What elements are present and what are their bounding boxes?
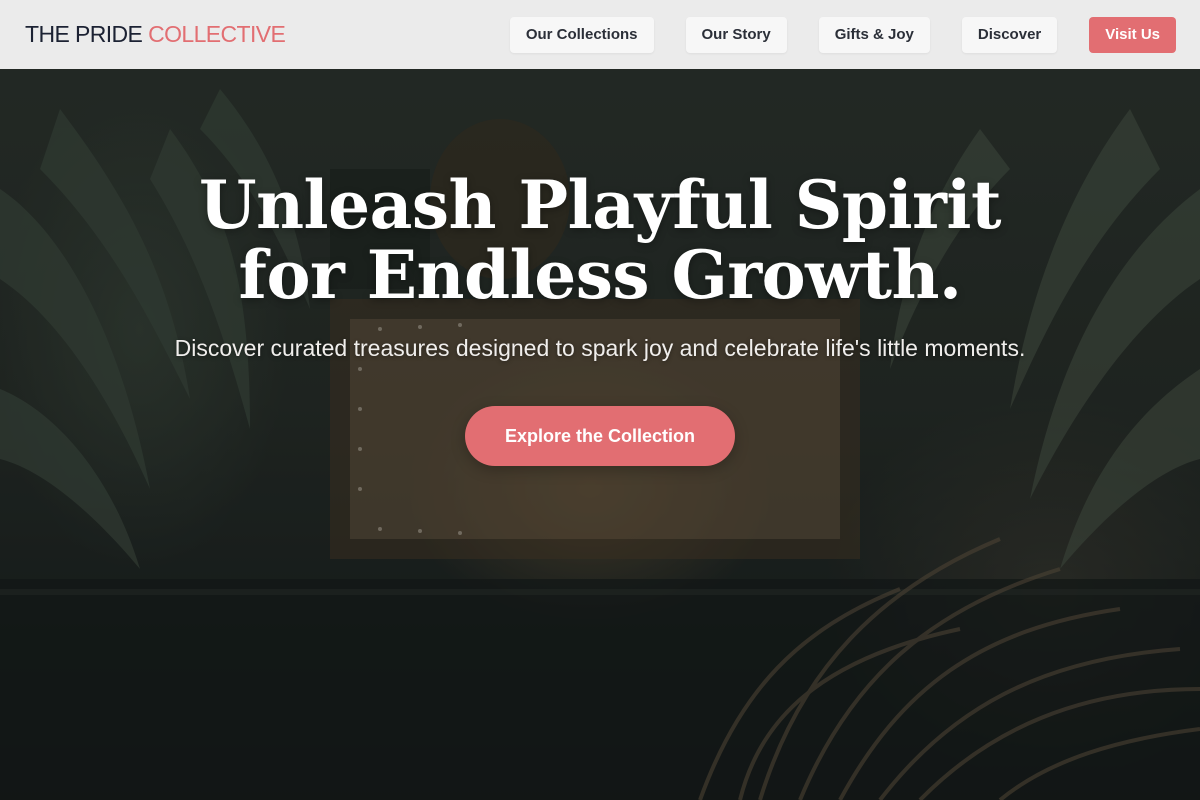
hero-title: Unleash Playful Spirit for Endless Growt… [199, 166, 1001, 314]
nav-our-collections[interactable]: Our Collections [509, 16, 654, 53]
main-nav: Our Collections Our Story Gifts & Joy Di… [509, 16, 1176, 53]
nav-discover[interactable]: Discover [961, 16, 1058, 53]
hero-content: Unleash Playful Spirit for Endless Growt… [0, 170, 1200, 466]
explore-collection-button[interactable]: Explore the Collection [465, 406, 735, 466]
hero-subtitle: Discover curated treasures designed to s… [174, 335, 1026, 361]
site-logo[interactable]: THE PRIDE COLLECTIVE [25, 21, 286, 48]
nav-our-story[interactable]: Our Story [685, 16, 787, 53]
page: THE PRIDE COLLECTIVE Our Collections Our… [0, 0, 1200, 800]
logo-main-text: THE PRIDE [25, 21, 149, 47]
logo-accent-text: COLLECTIVE [148, 21, 286, 47]
visit-us-button[interactable]: Visit Us [1089, 16, 1176, 53]
site-header: THE PRIDE COLLECTIVE Our Collections Our… [0, 0, 1200, 69]
nav-gifts-joy[interactable]: Gifts & Joy [818, 16, 930, 53]
